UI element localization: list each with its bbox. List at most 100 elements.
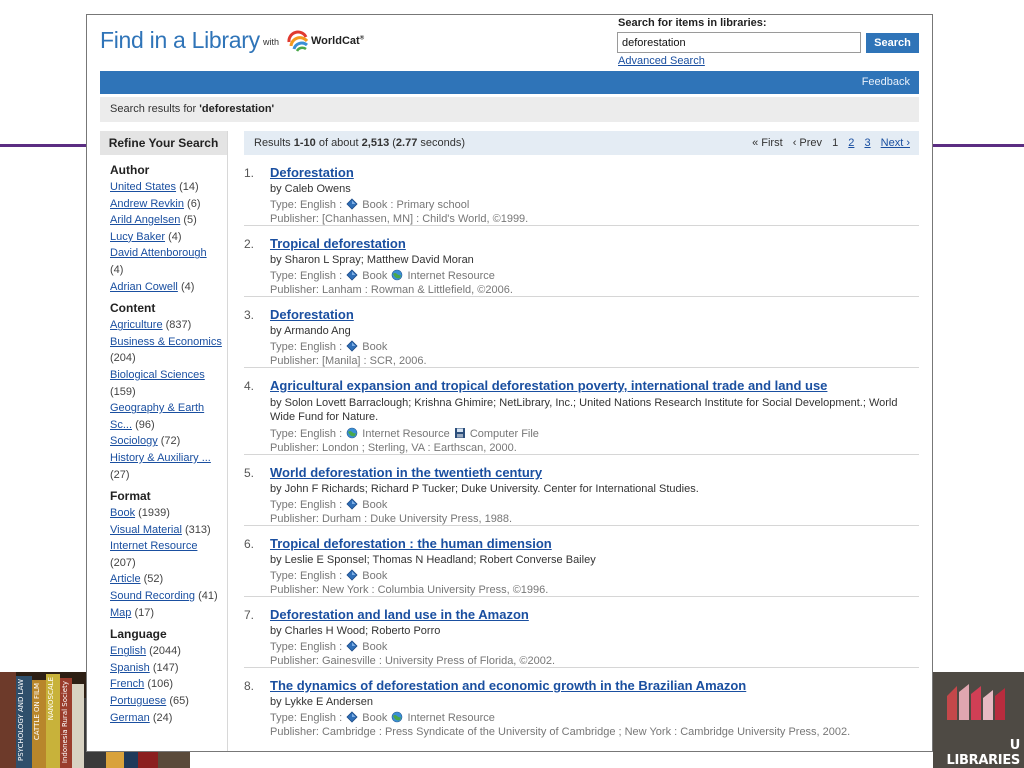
result-type: Type: English : Book Internet Resource — [270, 711, 910, 724]
facet-count: (24) — [152, 711, 173, 724]
facet-link[interactable]: Agriculture — [110, 319, 163, 331]
result-type: Type: English : Book : Primary school — [270, 198, 910, 211]
facet-link[interactable]: French — [110, 678, 144, 690]
result-type: Type: English : Book — [270, 569, 910, 582]
result-title-link[interactable]: Tropical deforestation — [270, 236, 406, 251]
pager-prev[interactable]: ‹ Prev — [793, 137, 822, 149]
library-logo-mark-icon — [947, 684, 1005, 720]
result-title-link[interactable]: Deforestation — [270, 165, 354, 180]
facet-link[interactable]: David Attenborough — [110, 247, 207, 259]
search-button[interactable]: Search — [866, 33, 919, 53]
result-title-link[interactable]: Deforestation — [270, 307, 354, 322]
pagination: « First ‹ Prev 1 2 3 Next › — [752, 131, 910, 155]
facet-item: Business & Economics (204) — [110, 334, 222, 367]
facet-item: Spanish (147) — [110, 660, 222, 677]
feedback-link[interactable]: Feedback — [862, 76, 910, 88]
pager-page-link[interactable]: 3 — [864, 137, 870, 149]
result-number: 3. — [244, 308, 255, 322]
worldcat-screenshot: Find in a Library with WorldCat® Search … — [86, 14, 933, 752]
worldcat-brand[interactable]: WorldCat® — [311, 35, 364, 47]
facet-link[interactable]: Sound Recording — [110, 590, 195, 602]
result-type-text: Book — [359, 341, 388, 353]
pager-current-page: 1 — [832, 137, 839, 149]
internet-resource-icon — [391, 269, 403, 281]
facet-link[interactable]: Biological Sciences — [110, 369, 205, 381]
facet-count: (1939) — [138, 507, 170, 520]
result-publisher: Publisher: New York : Columbia Universit… — [270, 584, 549, 596]
result-item: 7. Deforestation and land use in the Amaz… — [244, 597, 919, 668]
result-number: 7. — [244, 608, 255, 622]
facet-item: French (106) — [110, 676, 222, 693]
pager-next[interactable]: Next › — [881, 137, 910, 149]
facet-item: English (2044) — [110, 643, 222, 660]
facet-link[interactable]: History & Auxiliary ... — [110, 452, 211, 464]
facet-link[interactable]: Internet Resource — [110, 540, 197, 552]
book-icon — [346, 340, 358, 352]
result-type: Type: English : Book — [270, 340, 910, 353]
facet-link[interactable]: Arild Angelsen — [110, 214, 180, 226]
with-label: with — [263, 37, 280, 47]
result-title-link[interactable]: Deforestation and land use in the Amazon — [270, 607, 529, 622]
facet-link[interactable]: Article — [110, 573, 141, 585]
facet-count: (4) — [168, 230, 182, 243]
facet-heading: Content — [110, 301, 156, 316]
results-summary: Results 1-10 of about 2,513 (2.77 second… — [244, 131, 919, 155]
facet-link[interactable]: Lucy Baker — [110, 231, 165, 243]
facet-link[interactable]: Business & Economics — [110, 336, 222, 348]
result-title-link[interactable]: The dynamics of deforestation and econom… — [270, 678, 746, 693]
facet-link[interactable]: Portuguese — [110, 695, 166, 707]
facet-link[interactable]: Visual Material — [110, 524, 182, 536]
worldcat-logo-icon — [287, 30, 309, 52]
result-type-text: Type: English : — [270, 641, 346, 653]
result-type-text: Book — [359, 570, 388, 582]
facet-count: (96) — [135, 418, 155, 431]
result-publisher: Publisher: [Manila] : SCR, 2006. — [270, 355, 427, 367]
refine-sidebar: Refine Your Search Author United States (… — [100, 131, 228, 751]
facet-item: Sound Recording (41) — [110, 588, 222, 605]
search-input[interactable] — [617, 32, 861, 53]
facet-link[interactable]: Map — [110, 607, 131, 619]
result-type: Type: English : Internet Resource Comput… — [270, 427, 910, 440]
facet-link[interactable]: German — [110, 712, 150, 724]
result-author: by Leslie E Sponsel; Thomas N Headland; … — [270, 554, 596, 566]
computer-file-icon — [454, 427, 466, 439]
result-author: by Sharon L Spray; Matthew David Moran — [270, 254, 474, 266]
libraries-logo: U LIBRARIES — [933, 672, 1024, 768]
facet-link[interactable]: Andrew Revkin — [110, 198, 184, 210]
book-icon — [346, 569, 358, 581]
result-publisher: Publisher: London ; Sterling, VA : Earth… — [270, 442, 517, 454]
facet-link[interactable]: Sociology — [110, 435, 158, 447]
facet-item: Adrian Cowell (4) — [110, 279, 222, 296]
facet-item: History & Auxiliary ... (27) — [110, 450, 222, 483]
pager-page-link[interactable]: 2 — [848, 137, 854, 149]
result-author: by Caleb Owens — [270, 183, 351, 195]
facet-link[interactable]: Spanish — [110, 662, 150, 674]
facet-count: (17) — [134, 606, 155, 619]
facet-link[interactable]: Adrian Cowell — [110, 281, 178, 293]
facet-item: German (24) — [110, 710, 222, 727]
facet-link[interactable]: Geography & Earth Sc... — [110, 402, 204, 431]
result-item: 3. Deforestation by Armando Ang Type: Engli… — [244, 297, 919, 368]
facet-link[interactable]: United States — [110, 181, 176, 193]
result-type-text: Book — [359, 499, 388, 511]
site-title[interactable]: Find in a Library — [100, 27, 260, 54]
result-type-text: Book — [359, 270, 391, 282]
pager-first[interactable]: « First — [752, 137, 783, 149]
result-list: 1. Deforestation by Caleb Owens Type: Engli… — [244, 155, 919, 739]
result-number: 8. — [244, 679, 255, 693]
result-type-text: Type: English : — [270, 341, 346, 353]
result-number: 6. — [244, 537, 255, 551]
facet-count: (41) — [198, 590, 218, 603]
result-author: by Solon Lovett Barraclough; Krishna Ghi… — [270, 397, 898, 423]
facet-count: (4) — [180, 280, 195, 293]
result-title-link[interactable]: Agricultural expansion and tropical defo… — [270, 378, 827, 393]
facet-link[interactable]: English — [110, 645, 146, 657]
results-for-prefix: Search results for — [110, 103, 200, 115]
slide-divider-line-right — [933, 144, 1024, 147]
facet-link[interactable]: Book — [110, 507, 135, 519]
result-title-link[interactable]: World deforestation in the twentieth cen… — [270, 465, 542, 480]
result-title-link[interactable]: Tropical deforestation : the human dimen… — [270, 536, 552, 551]
advanced-search-link[interactable]: Advanced Search — [618, 55, 705, 67]
facet-count: (147) — [152, 661, 179, 674]
result-author: by Armando Ang — [270, 325, 351, 337]
